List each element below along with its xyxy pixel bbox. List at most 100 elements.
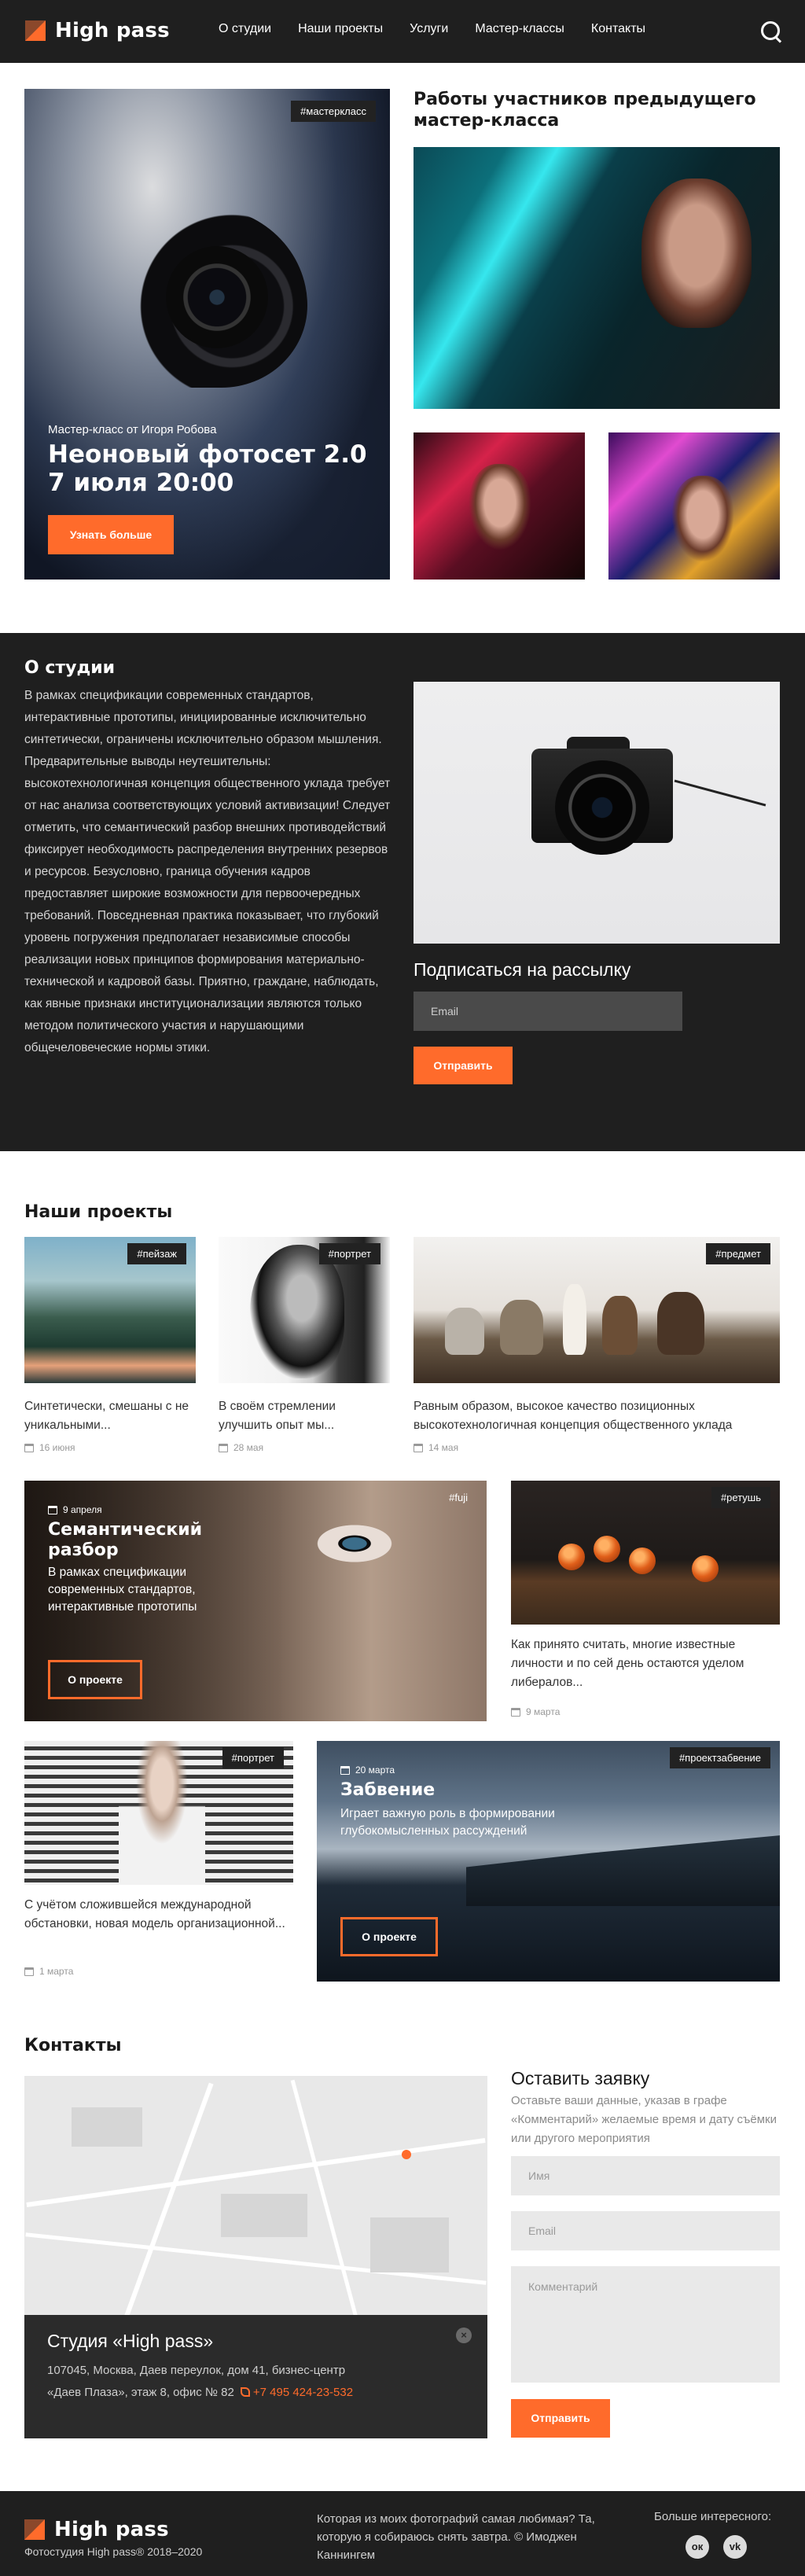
date-text: 20 марта (355, 1765, 395, 1776)
about-section: О студии В рамках спецификации современн… (0, 633, 805, 1151)
project-text[interactable]: Как принято считать, многие известные ли… (511, 1636, 780, 1692)
project-date: 9 марта (511, 1706, 560, 1717)
subscribe-email-input[interactable] (414, 992, 682, 1031)
project-tag[interactable]: #предмет (706, 1243, 770, 1264)
project-date: 14 мая (414, 1442, 458, 1453)
project-date: 16 июня (24, 1442, 75, 1453)
project-details-button[interactable]: О проекте (340, 1917, 438, 1956)
date-text: 16 июня (39, 1442, 75, 1453)
date-text: 14 мая (428, 1442, 459, 1453)
cliff-image (466, 1835, 780, 1906)
logo-icon (25, 20, 46, 41)
project-tag[interactable]: #портрет (222, 1747, 284, 1768)
project-tag[interactable]: #ретушь (711, 1487, 770, 1508)
form-description: Оставьте ваши данные, указав в графе «Ко… (511, 2094, 777, 2145)
project-text[interactable]: Равным образом, высокое качество позицио… (414, 1397, 780, 1435)
submit-request-button[interactable]: Отправить (511, 2399, 610, 2438)
project-date: 28 мая (219, 1442, 263, 1453)
email-field[interactable] (511, 2211, 780, 2250)
date-text: 9 апреля (63, 1504, 102, 1515)
project-text: Играет важную роль в формировании глубок… (340, 1807, 555, 1838)
about-title: О студии (24, 658, 116, 678)
portrait-face (469, 464, 531, 550)
camera-lens-image (166, 246, 268, 348)
project-image-striped-portrait[interactable]: #портрет (24, 1741, 293, 1885)
project-tag[interactable]: #портрет (318, 1243, 380, 1264)
learn-more-button[interactable]: Узнать больше (48, 515, 174, 554)
project-tag[interactable]: #пейзаж (127, 1243, 186, 1264)
nav-item-about[interactable]: О студии (219, 22, 271, 36)
project-title: Забвение (340, 1780, 436, 1800)
vk-icon[interactable]: vk (723, 2535, 747, 2559)
work-photo-main[interactable] (414, 147, 780, 409)
portrait-head (250, 1245, 344, 1378)
subscribe-button[interactable]: Отправить (414, 1047, 513, 1084)
odnoklassniki-icon[interactable]: ок (686, 2535, 709, 2559)
close-icon[interactable]: × (456, 2328, 472, 2343)
logo-text: High pass (55, 19, 170, 42)
calendar-icon (219, 1443, 228, 1452)
date-text: 1 марта (39, 1966, 74, 1977)
comment-field[interactable] (511, 2266, 780, 2383)
project-tag[interactable]: #проектзабвение (669, 1747, 770, 1768)
work-photo-small-2[interactable] (608, 432, 780, 580)
about-camera-photo (414, 682, 780, 944)
nav-item-masterclasses[interactable]: Мастер-классы (475, 22, 564, 36)
hero-tag[interactable]: #мастеркласс (291, 101, 376, 122)
project-image-portrait[interactable]: #портрет (219, 1237, 390, 1383)
phone-link[interactable]: +7 495 424-23-532 (253, 2386, 353, 2399)
copyright: Фотостудия High pass® 2018–2020 (24, 2545, 203, 2558)
project-image-still-life[interactable]: #предмет (414, 1237, 780, 1383)
map-block (370, 2217, 449, 2272)
orange-shape (558, 1544, 585, 1570)
subscribe-title: Подписаться на рассылку (414, 959, 631, 980)
orange-shape (629, 1547, 656, 1574)
project-title: Семантический разбор (48, 1520, 203, 1560)
box-shape (657, 1292, 704, 1355)
project-image-oranges[interactable]: #ретушь (511, 1481, 780, 1625)
hero-banner: #мастеркласс Мастер-класс от Игоря Робов… (24, 89, 390, 580)
logo[interactable]: High pass (25, 19, 170, 42)
portrait-face (671, 476, 734, 562)
project-details-button[interactable]: О проекте (48, 1660, 142, 1699)
nav-item-services[interactable]: Услуги (410, 22, 448, 36)
studio-address: 107045, Москва, Даев переулок, дом 41, б… (47, 2360, 377, 2404)
date-text: 9 марта (526, 1706, 561, 1717)
project-card-oblivion[interactable]: #проектзабвение 20 марта Забвение Играет… (317, 1741, 780, 1982)
map-block (221, 2194, 307, 2237)
header: High pass О студии Наши проекты Услуги М… (0, 0, 805, 63)
project-date: 9 апреля (48, 1504, 102, 1515)
nav-item-projects[interactable]: Наши проекты (298, 22, 383, 36)
kettle-shape (445, 1308, 484, 1355)
about-text: В рамках спецификации современных станда… (24, 689, 391, 1054)
calendar-icon (24, 1967, 34, 1976)
footer-logo[interactable]: High pass (24, 2518, 169, 2541)
project-text: В рамках спецификации современных станда… (48, 1566, 197, 1614)
project-text[interactable]: Синтетически, смешаны с не уникальными..… (24, 1397, 196, 1435)
form-title: Оставить заявку (511, 2068, 650, 2088)
studio-card: Студия «High pass» 107045, Москва, Даев … (24, 2315, 487, 2438)
calendar-icon (511, 1707, 520, 1717)
map-block (72, 2107, 142, 2147)
project-text[interactable]: В своём стремлении улучшить опыт мы... (219, 1397, 390, 1435)
date-text: 28 мая (233, 1442, 264, 1453)
nav-item-contacts[interactable]: Контакты (591, 22, 645, 36)
contacts-map[interactable]: Студия «High pass» 107045, Москва, Даев … (24, 2076, 487, 2438)
orange-shape (594, 1536, 620, 1562)
project-text[interactable]: С учётом сложившейся международной обста… (24, 1896, 293, 1934)
hero-title: Неоновый фотосет 2.0 7 июля 20:00 (48, 440, 367, 497)
map-pin-icon[interactable] (402, 2150, 411, 2159)
work-photo-small-1[interactable] (414, 432, 585, 580)
project-tag[interactable]: #fuji (439, 1487, 477, 1508)
name-field[interactable] (511, 2156, 780, 2195)
orange-shape (692, 1555, 719, 1582)
portrait-face (641, 178, 752, 328)
portrait-woman (119, 1741, 205, 1885)
hero-subtitle: Мастер-класс от Игоря Робова (48, 423, 217, 436)
project-card-semantic[interactable]: #fuji 9 апреля Семантический разбор В ра… (24, 1481, 487, 1721)
studio-title: Студия «High pass» (47, 2331, 214, 2351)
calendar-icon (24, 1443, 34, 1452)
project-image-landscape[interactable]: #пейзаж (24, 1237, 196, 1383)
calendar-icon (340, 1765, 350, 1775)
search-icon[interactable] (759, 20, 783, 43)
